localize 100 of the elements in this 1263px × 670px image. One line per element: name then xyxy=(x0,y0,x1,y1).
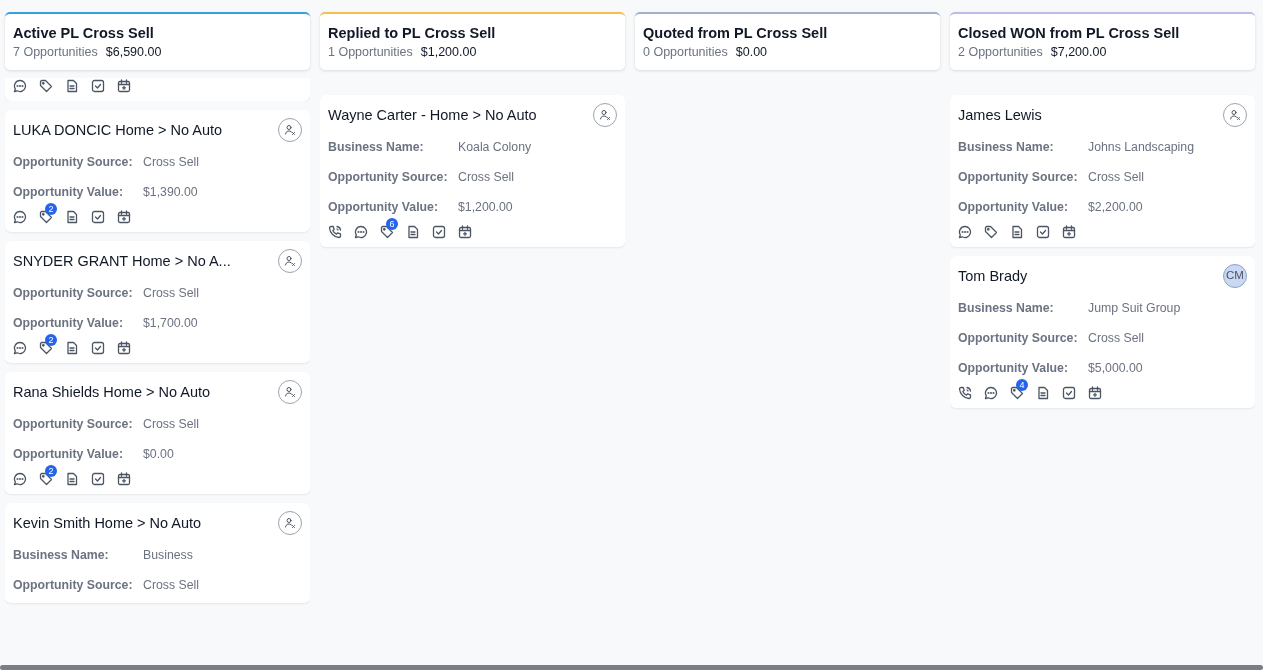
opportunity-card[interactable]: Tom Brady CM Business Name: Jump Suit Group Opportunity Source: Cross Sell Opportunity Value: $5,000.00 4 xyxy=(950,255,1255,408)
field-label: Business Name: xyxy=(13,546,110,564)
field-label: Opportunity Value: xyxy=(958,359,1069,377)
card-title: LUKA DONCIC Home > No Auto xyxy=(13,120,223,140)
checkbox-icon[interactable] xyxy=(91,209,105,224)
card-title: Rana Shields Home > No Auto xyxy=(13,382,211,402)
opportunity-count: 1 Opportunities xyxy=(328,44,413,61)
field-value: $0.00 xyxy=(143,445,174,463)
chat-icon[interactable] xyxy=(354,224,368,239)
opportunity-card[interactable]: James Lewis Business Name: Johns Landscaping Opportunity Source: Cross Sell Opportunity Value: $2,200.00 xyxy=(950,94,1255,247)
field-value: Business xyxy=(143,546,193,564)
field-value: Cross Sell xyxy=(1088,168,1145,186)
calendar-icon[interactable] xyxy=(117,340,131,355)
note-icon[interactable] xyxy=(65,471,79,486)
field-label: Business Name: xyxy=(328,138,425,156)
assign-user-icon[interactable] xyxy=(278,117,302,142)
opportunity-card[interactable]: Kevin Smith Home > No Auto Business Name: Business Opportunity Source: Cross Sell xyxy=(5,502,310,603)
column-title: Active PL Cross Sell xyxy=(13,24,155,43)
field-label: Opportunity Source: xyxy=(13,576,134,594)
field-label: Business Name: xyxy=(958,299,1055,317)
column-total: $0.00 xyxy=(735,44,768,61)
count-badge: 6 xyxy=(386,217,398,230)
calendar-icon[interactable] xyxy=(1088,385,1102,400)
opportunity-card[interactable]: LUKA DONCIC Home > No Auto Opportunity Source: Cross Sell Opportunity Value: $1,390.00 2 xyxy=(5,109,310,232)
column-total: $7,200.00 xyxy=(1050,44,1107,61)
calendar-icon[interactable] xyxy=(1062,224,1076,239)
field-label: Opportunity Source: xyxy=(13,153,134,171)
note-icon[interactable] xyxy=(65,78,79,93)
chat-icon[interactable] xyxy=(958,224,972,239)
phone-icon[interactable] xyxy=(958,385,972,400)
assign-user-icon[interactable] xyxy=(278,248,302,273)
field-label: Opportunity Source: xyxy=(958,168,1079,186)
field-label: Opportunity Value: xyxy=(13,314,124,332)
field-value: Koala Colony xyxy=(458,138,532,156)
avatar[interactable]: CM xyxy=(1223,263,1247,288)
note-icon[interactable] xyxy=(1036,385,1050,400)
opportunity-card[interactable]: SNYDER GRANT Home > No A... Opportunity Source: Cross Sell Opportunity Value: $1,700.00 2 xyxy=(5,240,310,363)
card-title: Kevin Smith Home > No Auto xyxy=(13,513,202,533)
field-value: Cross Sell xyxy=(458,168,515,186)
field-value: $2,200.00 xyxy=(1088,198,1143,216)
tag-icon[interactable] xyxy=(984,224,998,239)
field-value: Johns Landscaping xyxy=(1088,138,1194,156)
assign-user-icon[interactable] xyxy=(278,379,302,404)
column-title: Closed WON from PL Cross Sell xyxy=(958,24,1181,43)
opportunity-count: 2 Opportunities xyxy=(958,44,1043,61)
chat-icon[interactable] xyxy=(984,385,998,400)
count-badge: 2 xyxy=(45,202,57,215)
card-title: SNYDER GRANT Home > No A... xyxy=(13,251,231,271)
opportunity-card[interactable]: Rana Shields Home > No Auto Opportunity Source: Cross Sell Opportunity Value: $0.00 2 xyxy=(5,371,310,494)
scrollbar[interactable] xyxy=(0,665,1263,670)
calendar-icon[interactable] xyxy=(117,78,131,93)
field-value: Jump Suit Group xyxy=(1088,299,1181,317)
count-badge: 4 xyxy=(1016,378,1028,391)
chat-icon[interactable] xyxy=(13,340,27,355)
chat-icon[interactable] xyxy=(13,78,27,93)
field-label: Opportunity Value: xyxy=(958,198,1069,216)
opportunity-card[interactable]: Wayne Carter - Home > No Auto Business Name: Koala Colony Opportunity Source: Cross Sell Opportunity Value: $1,200.00 6 xyxy=(320,94,625,247)
note-icon[interactable] xyxy=(406,224,420,239)
tag-icon[interactable] xyxy=(39,78,53,93)
field-value: Cross Sell xyxy=(143,153,200,171)
field-value: Cross Sell xyxy=(1088,329,1145,347)
field-value: $1,390.00 xyxy=(143,183,198,201)
assign-user-icon[interactable] xyxy=(1223,102,1247,127)
field-value: $1,700.00 xyxy=(143,314,198,332)
assign-user-icon[interactable] xyxy=(593,102,617,127)
chat-icon[interactable] xyxy=(13,209,27,224)
count-badge: 2 xyxy=(45,464,57,477)
checkbox-icon[interactable] xyxy=(91,471,105,486)
calendar-icon[interactable] xyxy=(117,209,131,224)
checkbox-icon[interactable] xyxy=(91,78,105,93)
opportunity-count: 7 Opportunities xyxy=(13,44,98,61)
calendar-icon[interactable] xyxy=(458,224,472,239)
field-value: Cross Sell xyxy=(143,415,200,433)
column-total: $6,590.00 xyxy=(105,44,162,61)
field-label: Opportunity Value: xyxy=(328,198,439,216)
opportunity-count: 0 Opportunities xyxy=(643,44,728,61)
count-badge: 2 xyxy=(45,333,57,346)
card-title: James Lewis xyxy=(958,105,1042,125)
column-total: $1,200.00 xyxy=(420,44,477,61)
field-label: Business Name: xyxy=(958,138,1055,156)
phone-icon[interactable] xyxy=(328,224,342,239)
field-value: $1,200.00 xyxy=(458,198,513,216)
note-icon[interactable] xyxy=(65,209,79,224)
field-label: Opportunity Source: xyxy=(13,284,134,302)
field-label: Opportunity Source: xyxy=(958,329,1079,347)
calendar-icon[interactable] xyxy=(117,471,131,486)
note-icon[interactable] xyxy=(1010,224,1024,239)
column-title: Replied to PL Cross Sell xyxy=(328,24,497,43)
card-title: Tom Brady xyxy=(958,266,1028,286)
field-value: Cross Sell xyxy=(143,284,200,302)
field-label: Opportunity Value: xyxy=(13,445,124,463)
field-value: $5,000.00 xyxy=(1088,359,1143,377)
checkbox-icon[interactable] xyxy=(91,340,105,355)
note-icon[interactable] xyxy=(65,340,79,355)
chat-icon[interactable] xyxy=(13,471,27,486)
checkbox-icon[interactable] xyxy=(1036,224,1050,239)
checkbox-icon[interactable] xyxy=(432,224,446,239)
field-label: Opportunity Source: xyxy=(328,168,449,186)
checkbox-icon[interactable] xyxy=(1062,385,1076,400)
assign-user-icon[interactable] xyxy=(278,510,302,535)
